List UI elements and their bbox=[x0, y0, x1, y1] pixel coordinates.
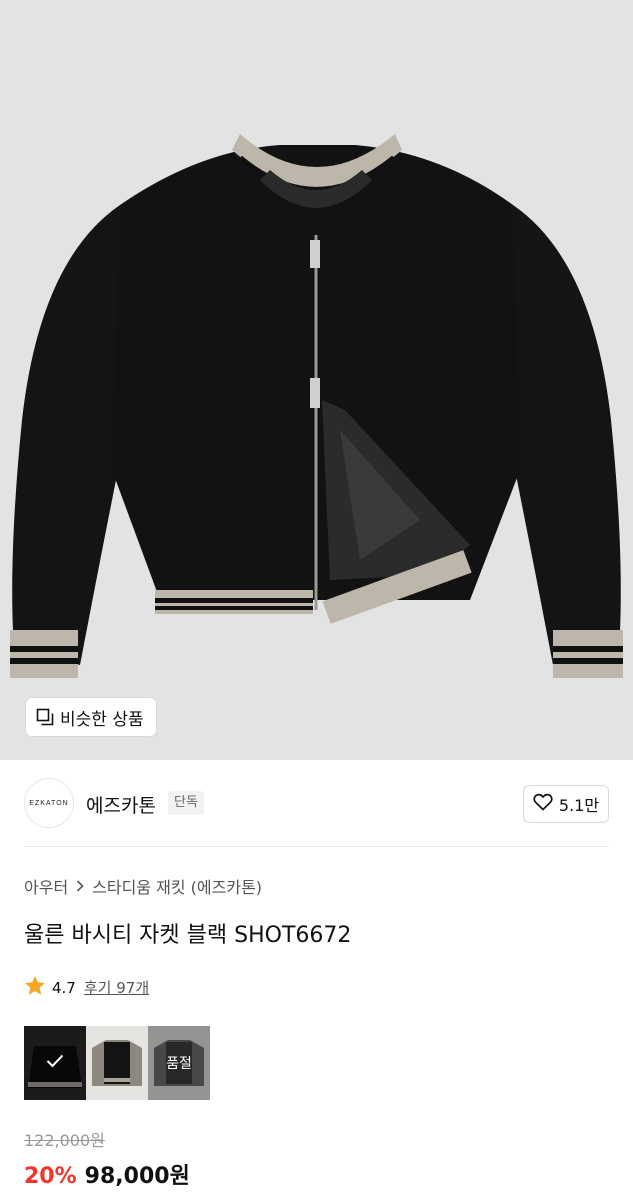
sold-out-overlay: 품절 bbox=[148, 1026, 210, 1100]
similar-items-button[interactable]: 비슷한 상품 bbox=[26, 698, 156, 736]
product-image[interactable]: 비슷한 상품 bbox=[0, 0, 633, 760]
rating: 4.7 후기 97개 bbox=[24, 975, 149, 1000]
checkmark-icon bbox=[46, 1054, 64, 1072]
star-icon bbox=[24, 975, 46, 1000]
like-count: 5.1만 bbox=[558, 796, 600, 815]
review-count-link[interactable]: 후기 97개 bbox=[84, 977, 149, 998]
color-option-black-grey[interactable] bbox=[86, 1026, 148, 1100]
brand-logo-text: EZKATON bbox=[29, 799, 69, 807]
brand-logo[interactable]: EZKATON bbox=[24, 778, 74, 828]
chevron-right-icon bbox=[76, 877, 84, 896]
discount-rate: 20% bbox=[24, 1164, 77, 1189]
final-price: 98,000원 bbox=[84, 1164, 190, 1189]
brand-name[interactable]: 에즈카톤 bbox=[86, 791, 156, 818]
original-price: 122,000원 bbox=[24, 1131, 105, 1150]
similar-items-label: 비슷한 상품 bbox=[60, 709, 144, 730]
rating-score: 4.7 bbox=[52, 978, 76, 997]
selected-overlay bbox=[24, 1026, 86, 1100]
color-option-black[interactable] bbox=[24, 1026, 86, 1100]
product-title: 울른 바시티 자켓 블랙 SHOT6672 bbox=[24, 923, 352, 948]
breadcrumb-subcategory[interactable]: 스타디움 재킷 (에즈카톤) bbox=[92, 874, 262, 898]
brand-row: EZKATON 에즈카톤 단독 5.1만 bbox=[0, 760, 633, 846]
breadcrumb-category[interactable]: 아우터 bbox=[24, 874, 68, 898]
exclusive-badge: 단독 bbox=[168, 791, 204, 815]
jacket-illustration bbox=[10, 134, 623, 678]
sold-out-label: 품절 bbox=[166, 1056, 192, 1072]
color-option-grey[interactable]: 품절 bbox=[148, 1026, 210, 1100]
breadcrumb: 아우터 스타디움 재킷 (에즈카톤) bbox=[24, 874, 262, 898]
divider bbox=[24, 846, 609, 847]
like-button[interactable]: 5.1만 bbox=[523, 785, 609, 823]
price-row: 20% 98,000원 bbox=[24, 1158, 190, 1190]
heart-outline-icon bbox=[533, 793, 553, 815]
similar-items-icon bbox=[36, 708, 54, 726]
color-options: 품절 bbox=[24, 1026, 210, 1100]
